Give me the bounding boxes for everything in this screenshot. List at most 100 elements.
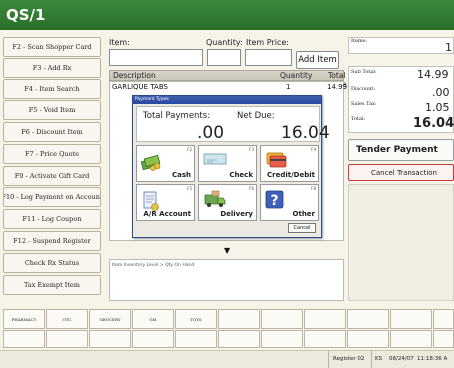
price-quote-button[interactable]: F7 - Price Quote bbox=[3, 144, 101, 164]
item-price-input[interactable] bbox=[245, 49, 292, 66]
log-payment-on-account-button[interactable]: F10 - Log Payment on Account bbox=[3, 187, 101, 207]
check-tile[interactable]: F3 Check bbox=[198, 145, 257, 182]
dialog-title: Payment Types bbox=[133, 96, 321, 104]
net-due-value: 16.04 bbox=[281, 123, 330, 143]
title-bar: QS/1 bbox=[0, 0, 454, 30]
svg-text:?: ? bbox=[270, 193, 278, 209]
row-description: GARLIQUE TABS bbox=[112, 83, 168, 91]
category-grocery-button[interactable]: GROCERY bbox=[89, 309, 131, 329]
credit-debit-key: F4 bbox=[311, 147, 316, 152]
activate-gift-card-button[interactable]: F9 - Activate Gift Card bbox=[3, 166, 101, 186]
discount-item-button[interactable]: F6 - Discount Item bbox=[3, 122, 101, 142]
status-divider bbox=[328, 351, 329, 368]
other-key: F8 bbox=[311, 186, 316, 191]
category-empty-button[interactable] bbox=[433, 309, 454, 329]
status-time: 11:18:36 A bbox=[417, 356, 448, 362]
delivery-label: Delivery bbox=[220, 210, 253, 218]
cancel-transaction-button[interactable]: Cancel Transaction bbox=[348, 164, 454, 181]
subtotal-value: 14.99 bbox=[417, 68, 449, 81]
other-tile[interactable]: F8 ? Other bbox=[260, 184, 319, 221]
tax-exempt-item-button[interactable]: Tax Exempt Item bbox=[3, 275, 101, 295]
category-pharmacy-button[interactable]: PHARMACY bbox=[3, 309, 45, 329]
category-empty-button[interactable] bbox=[218, 309, 260, 329]
user-initials: KS bbox=[375, 356, 383, 362]
item-label: Item: bbox=[109, 38, 130, 47]
cash-key: F2 bbox=[187, 147, 192, 152]
status-bar: Register 02 KS 08/24/07 11:18:36 A bbox=[0, 350, 454, 368]
category-gm-button[interactable]: GM bbox=[132, 309, 174, 329]
category-empty-button[interactable] bbox=[433, 330, 454, 348]
question-icon: ? bbox=[265, 190, 285, 214]
category-empty-button[interactable] bbox=[46, 330, 88, 348]
register-label: Register 02 bbox=[333, 356, 365, 362]
check-icon bbox=[203, 151, 227, 171]
category-empty-button[interactable] bbox=[390, 330, 432, 348]
check-label: Check bbox=[229, 171, 253, 179]
category-empty-button[interactable] bbox=[175, 330, 217, 348]
app-title: QS/1 bbox=[6, 6, 46, 24]
row-quantity: 1 bbox=[286, 83, 291, 91]
status-divider bbox=[371, 351, 372, 368]
category-empty-button[interactable] bbox=[304, 309, 346, 329]
category-empty-button[interactable] bbox=[304, 330, 346, 348]
category-toys-button[interactable]: TOYS bbox=[175, 309, 217, 329]
item-price-label: Item Price: bbox=[246, 38, 289, 47]
table-row[interactable]: GARLIQUE TABS 1 14.99 bbox=[110, 83, 347, 93]
ar-account-tile[interactable]: F5 A/R Account bbox=[136, 184, 195, 221]
category-empty-button[interactable] bbox=[390, 309, 432, 329]
discount-label: Discount: bbox=[351, 86, 376, 92]
total-payments-label: Total Payments: bbox=[143, 111, 211, 121]
delivery-key: F6 bbox=[249, 186, 254, 191]
other-label: Other bbox=[292, 210, 315, 218]
ar-account-key: F5 bbox=[187, 186, 192, 191]
add-rx-button[interactable]: F3 - Add Rx bbox=[3, 58, 101, 78]
category-empty-button[interactable] bbox=[261, 330, 303, 348]
category-empty-button[interactable] bbox=[347, 330, 389, 348]
scroll-down-icon[interactable]: ▼ bbox=[224, 246, 230, 255]
category-empty-button[interactable] bbox=[132, 330, 174, 348]
scan-shopper-card-button[interactable]: F2 - Scan Shopper Card bbox=[3, 37, 101, 57]
delivery-tile[interactable]: F6 Delivery bbox=[198, 184, 257, 221]
items-label: Items: bbox=[351, 38, 367, 44]
inventory-box: Item Inventory Level > Qty On Hand bbox=[109, 259, 344, 301]
net-due-label: Net Due: bbox=[237, 111, 275, 121]
check-key: F3 bbox=[249, 147, 254, 152]
tender-payment-button[interactable]: Tender Payment bbox=[348, 139, 454, 161]
inventory-text: Item Inventory Level > Qty On Hand bbox=[112, 263, 195, 268]
item-search-button[interactable]: F4 - Item Search bbox=[3, 79, 101, 99]
quantity-input[interactable] bbox=[207, 49, 241, 66]
sales-tax-value: 1.05 bbox=[425, 101, 450, 114]
item-input[interactable] bbox=[109, 49, 203, 66]
cash-tile[interactable]: F2 Cash bbox=[136, 145, 195, 182]
items-value: 1 bbox=[445, 41, 452, 54]
category-empty-button[interactable] bbox=[261, 309, 303, 329]
dialog-cancel-button[interactable]: Cancel bbox=[288, 223, 316, 233]
cash-label: Cash bbox=[171, 171, 191, 179]
total-label: Total: bbox=[351, 116, 366, 122]
pos-window: QS/1 F2 - Scan Shopper Card F3 - Add Rx … bbox=[0, 0, 454, 368]
log-coupon-button[interactable]: F11 - Log Coupon bbox=[3, 209, 101, 229]
ar-account-label: A/R Account bbox=[143, 210, 191, 218]
discount-value: .00 bbox=[432, 86, 450, 99]
payment-types-dialog: Payment Types Total Payments: Net Due: .… bbox=[132, 95, 330, 238]
subtotal-label: Sub Total: bbox=[351, 69, 377, 75]
total-payments-value: .00 bbox=[197, 123, 225, 143]
payment-summary-panel: Total Payments: Net Due: .00 16.04 bbox=[136, 106, 330, 143]
category-empty-button[interactable] bbox=[218, 330, 260, 348]
cash-icon bbox=[140, 151, 163, 175]
category-empty-button[interactable] bbox=[347, 309, 389, 329]
check-rx-status-button[interactable]: Check Rx Status bbox=[3, 253, 101, 273]
void-item-button[interactable]: F5 - Void Item bbox=[3, 100, 101, 120]
right-empty-panel bbox=[348, 184, 454, 301]
items-table-header: Description Quantity Total Price bbox=[109, 70, 346, 89]
add-item-button[interactable]: Add Item bbox=[296, 51, 339, 69]
credit-debit-tile[interactable]: F4 Credit/Debit bbox=[260, 145, 319, 182]
category-otc-button[interactable]: OTC bbox=[46, 309, 88, 329]
status-date: 08/24/07 bbox=[389, 356, 414, 362]
category-empty-button[interactable] bbox=[89, 330, 131, 348]
suspend-register-button[interactable]: F12 - Suspend Register bbox=[3, 231, 101, 251]
sales-tax-label: Sales Tax: bbox=[351, 101, 377, 107]
category-empty-button[interactable] bbox=[3, 330, 45, 348]
credit-debit-label: Credit/Debit bbox=[267, 171, 315, 179]
column-quantity: Quantity bbox=[280, 71, 313, 80]
